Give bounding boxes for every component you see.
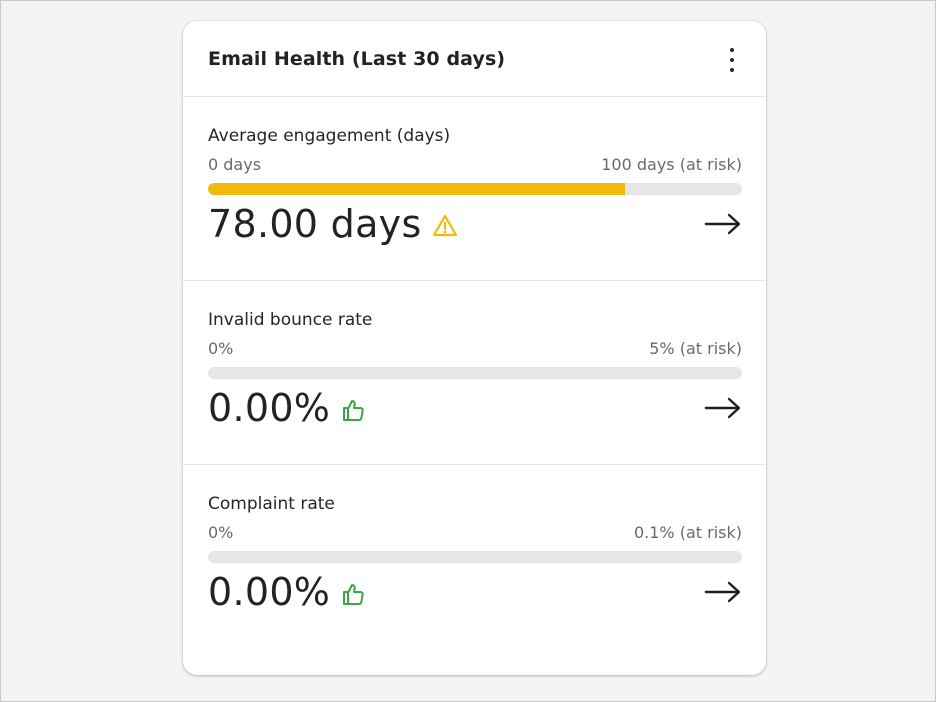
page-background: Email Health (Last 30 days) Average enga…: [0, 0, 936, 702]
metric-complaint-rate: Complaint rate 0% 0.1% (at risk) 0.00%: [183, 465, 766, 649]
email-health-card: Email Health (Last 30 days) Average enga…: [183, 21, 766, 675]
metric-label: Average engagement (days): [208, 126, 451, 146]
warning-triangle-icon: [432, 213, 458, 239]
details-arrow-icon[interactable]: [704, 211, 742, 237]
range-min-label: 0%: [208, 523, 234, 542]
value-row: 0.00%: [208, 386, 366, 430]
range-min-label: 0%: [208, 339, 234, 358]
range-max-label: 0.1% (at risk): [633, 523, 742, 542]
range-max-label: 5% (at risk): [649, 339, 742, 358]
card-header: Email Health (Last 30 days): [183, 21, 766, 97]
range-max-label: 100 days (at risk): [601, 155, 742, 174]
details-arrow-icon[interactable]: [704, 579, 742, 605]
metric-invalid-bounce-rate: Invalid bounce rate 0% 5% (at risk) 0.00…: [183, 281, 766, 465]
progress-bar: [208, 551, 742, 563]
metric-value: 0.00%: [208, 570, 331, 614]
thumbs-up-icon: [340, 581, 366, 607]
metric-value: 0.00%: [208, 386, 331, 430]
details-arrow-icon[interactable]: [704, 395, 742, 421]
value-row: 78.00 days: [208, 202, 458, 246]
progress-bar: [208, 183, 742, 195]
progress-bar: [208, 367, 742, 379]
metric-label: Complaint rate: [208, 494, 335, 514]
range-min-label: 0 days: [208, 155, 262, 174]
card-title: Email Health (Last 30 days): [208, 48, 506, 70]
metric-average-engagement: Average engagement (days) 0 days 100 day…: [183, 97, 766, 281]
thumbs-up-icon: [340, 397, 366, 423]
more-options-icon[interactable]: [722, 47, 742, 73]
metric-label: Invalid bounce rate: [208, 310, 373, 330]
value-row: 0.00%: [208, 570, 366, 614]
metric-value: 78.00 days: [208, 202, 422, 246]
progress-bar-fill: [208, 183, 625, 195]
